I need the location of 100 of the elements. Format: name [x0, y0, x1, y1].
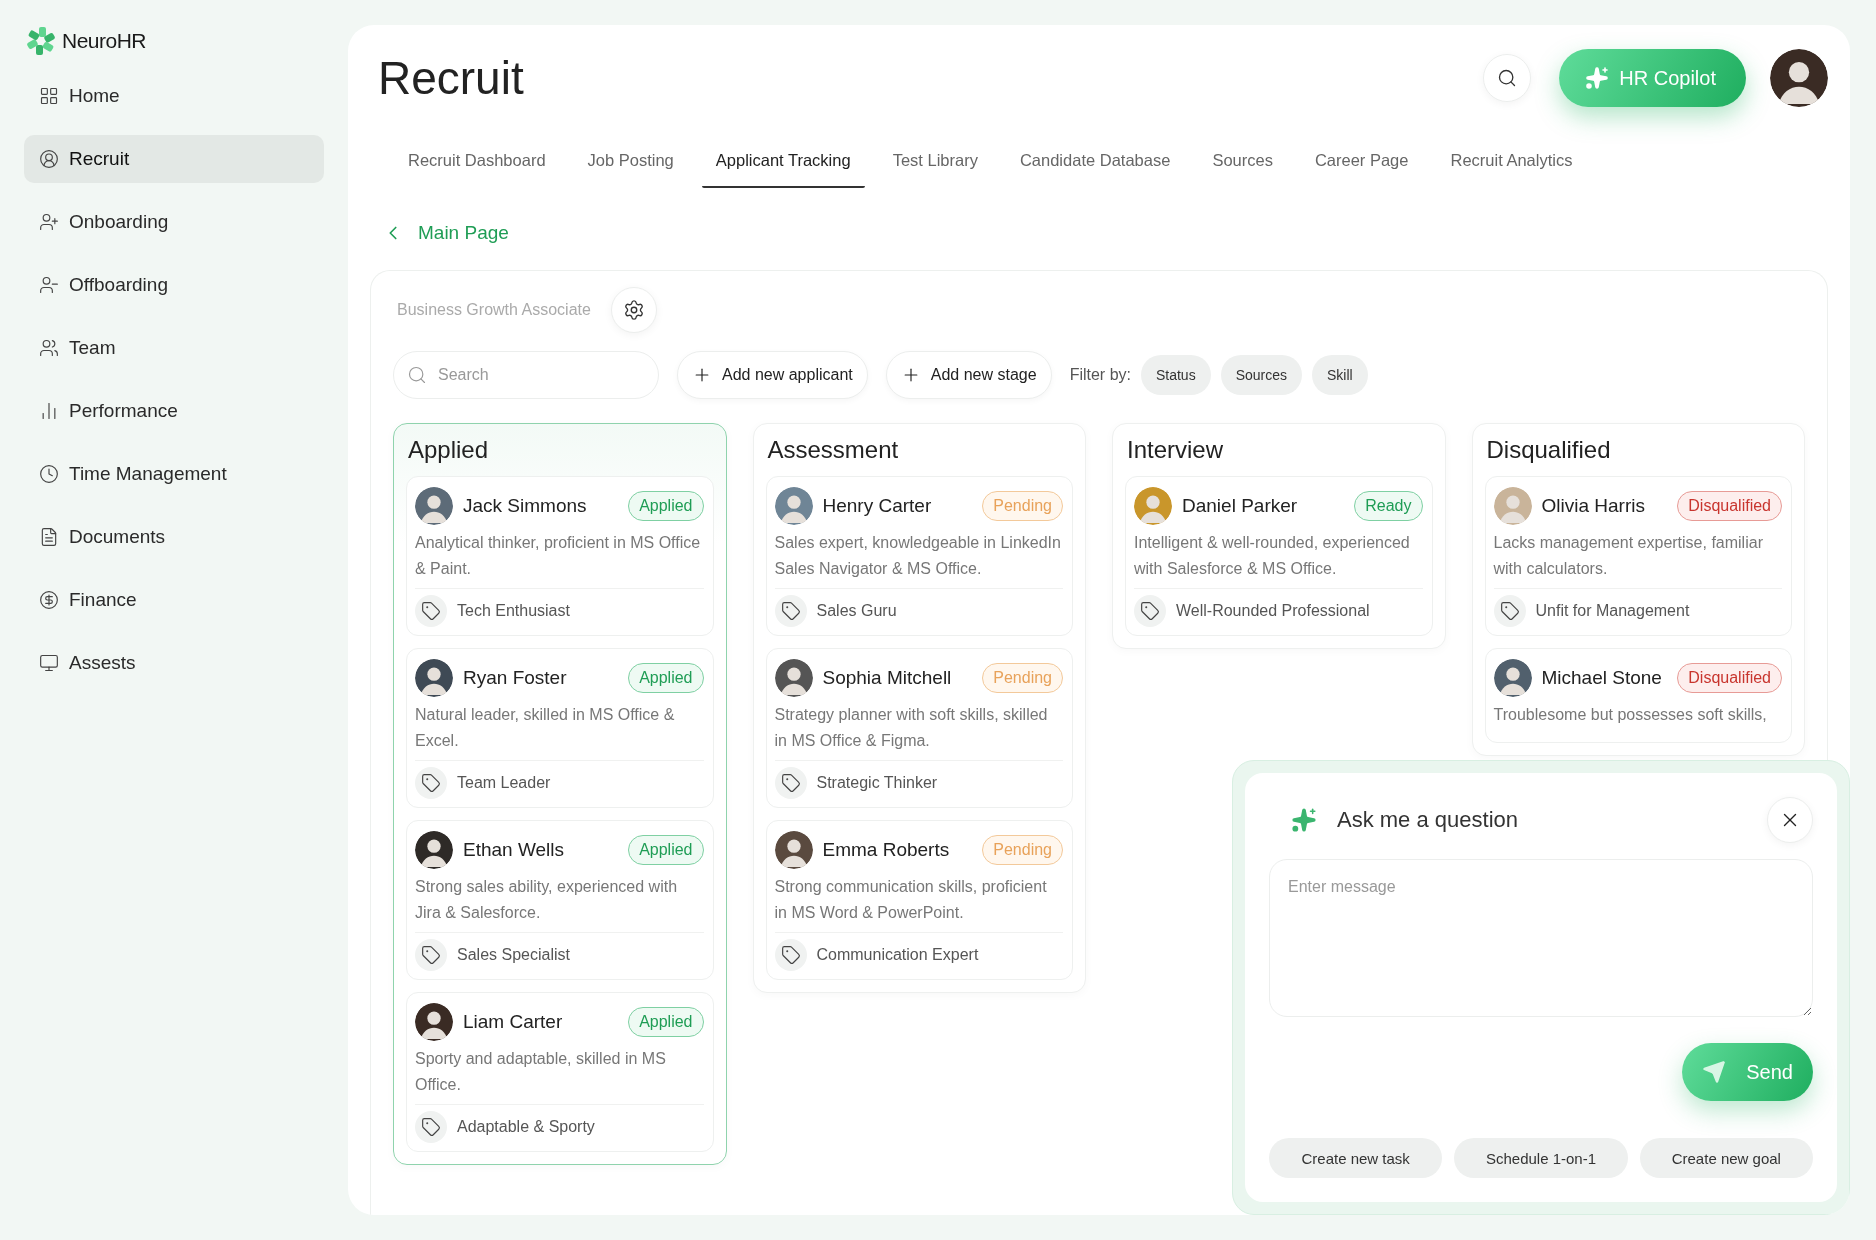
avatar: [1770, 49, 1828, 107]
nav-item[interactable]: Documents: [24, 513, 324, 561]
filter-chip[interactable]: Status: [1140, 355, 1211, 395]
status-badge: Pending: [982, 835, 1063, 865]
filter-chip[interactable]: Skill: [1312, 355, 1368, 395]
tab[interactable]: Career Page: [1300, 139, 1423, 188]
applicant-name: Ethan Wells: [463, 839, 566, 861]
message-field[interactable]: Enter message: [1269, 859, 1813, 1017]
nav-item[interactable]: Onboarding: [24, 198, 324, 246]
suggestion-chip[interactable]: Create new goal: [1639, 1138, 1813, 1178]
nav-item[interactable]: Recruit: [24, 135, 324, 183]
status-badge: Applied: [628, 1007, 704, 1037]
avatar: [1134, 487, 1172, 525]
brand-name: NeuroHR: [62, 29, 147, 53]
applicant-card[interactable]: Sophia Mitchell Pending Strategy planner with soft skills, skilled in MS Office & Figma. Strategic Thinker: [765, 648, 1073, 808]
applicant-card[interactable]: Emma Roberts Pending Strong communication skills, proficient in MS Word & PowerPoint. Communication Expert: [765, 820, 1073, 980]
status-badge: Applied: [628, 835, 704, 865]
tag-label: Tech Enthusiast: [457, 602, 570, 620]
search-button[interactable]: [1483, 54, 1532, 102]
avatar: [415, 487, 453, 525]
applicant-description: Troublesome but possesses soft skills,: [1493, 705, 1768, 725]
nav-item[interactable]: Team: [24, 324, 324, 372]
search-icon: [1497, 68, 1518, 88]
page-title: Recruit: [378, 51, 525, 105]
nav-item[interactable]: Assests: [24, 639, 324, 687]
applicant-card[interactable]: Olivia Harris Disqualified Lacks management expertise, familiar with calculators. Unfit for Management: [1484, 476, 1792, 636]
applicant-name: Sophia Mitchell: [822, 667, 953, 689]
status-badge: Ready: [1354, 491, 1423, 521]
tag-icon: [415, 767, 447, 799]
applicant-card[interactable]: Jack Simmons Applied Analytical thinker, proficient in MS Office & Paint. Tech Enthusiast: [406, 476, 714, 636]
applicant-name: Liam Carter: [463, 1011, 564, 1033]
avatar: [415, 831, 453, 869]
chat-title: Ask me a question: [1337, 807, 1519, 833]
add-button[interactable]: Add new stage: [885, 351, 1052, 399]
suggestion-chip[interactable]: Schedule 1-on-1: [1454, 1138, 1628, 1178]
add-button[interactable]: Add new applicant: [677, 351, 868, 399]
applicant-card[interactable]: Liam Carter Applied Sporty and adaptable, skilled in MS Office. Adaptable & Sporty: [406, 992, 714, 1152]
applicant-description: Lacks management expertise, familiar with calculators.: [1493, 533, 1764, 579]
nav-item[interactable]: Home: [24, 72, 324, 120]
applicant-description: Strong communication skills, proficient in MS Word & PowerPoint.: [774, 877, 1048, 923]
applicant-card[interactable]: Henry Carter Pending Sales expert, knowledgeable in LinkedIn Sales Navigator & MS Office. Sales Guru: [765, 476, 1073, 636]
avatar: [774, 487, 813, 525]
settings-button[interactable]: [610, 287, 657, 333]
nav-icon: [39, 464, 59, 484]
nav-item[interactable]: Offboarding: [24, 261, 324, 309]
tag-icon: [774, 939, 807, 971]
tab[interactable]: Sources: [1198, 139, 1287, 188]
status-badge: Disqualified: [1677, 663, 1782, 693]
back-link[interactable]: Main Page: [382, 222, 509, 244]
tab[interactable]: Recruit Analytics: [1436, 139, 1587, 188]
nav-icon: [39, 338, 59, 358]
column-title: Applied: [408, 436, 490, 464]
settings-icon: [622, 299, 645, 321]
tag-icon: [1493, 595, 1526, 627]
status-badge: Applied: [628, 663, 704, 693]
status-badge: Disqualified: [1677, 491, 1782, 521]
applicant-card[interactable]: Ryan Foster Applied Natural leader, skilled in MS Office & Excel. Team Leader: [406, 648, 714, 808]
applicant-description: Intelligent & well-rounded, experienced with Salesforce & MS Office.: [1134, 533, 1411, 579]
applicant-card[interactable]: Ethan Wells Applied Strong sales ability, experienced with Jira & Salesforce. Sales Specialist: [406, 820, 714, 980]
nav-icon: [39, 86, 59, 106]
tab[interactable]: Test Library: [878, 139, 992, 188]
tag-label: Adaptable & Sporty: [457, 1118, 595, 1136]
filter-label: Filter by:: [1069, 366, 1131, 384]
nav-item[interactable]: Finance: [24, 576, 324, 624]
tag-label: Team Leader: [457, 774, 551, 792]
applicant-description: Strategy planner with soft skills, skilled in MS Office & Figma.: [774, 705, 1049, 751]
filter-chip[interactable]: Sources: [1220, 355, 1303, 395]
tag-icon: [415, 939, 447, 971]
avatar: [774, 659, 813, 697]
tab[interactable]: Recruit Dashboard: [394, 139, 560, 188]
tag-label: Well-Rounded Professional: [1176, 602, 1370, 620]
tab[interactable]: Job Posting: [573, 139, 688, 188]
applicant-name: Michael Stone: [1541, 667, 1663, 689]
tag-label: Communication Expert: [816, 946, 979, 964]
sparkle-icon: [1585, 66, 1610, 90]
search-field[interactable]: Search: [393, 351, 659, 399]
nav-icon: [39, 590, 59, 610]
tag-icon: [415, 595, 447, 627]
tag-icon: [1134, 595, 1166, 627]
tag-label: Strategic Thinker: [816, 774, 938, 792]
applicant-card[interactable]: Daniel Parker Ready Intelligent & well-rounded, experienced with Salesforce & MS Office. Well-Rounded Professional: [1125, 476, 1433, 636]
avatar: [415, 659, 453, 697]
applicant-name: Ryan Foster: [463, 667, 568, 689]
suggestion-chip[interactable]: Create new task: [1269, 1138, 1443, 1178]
applicant-card[interactable]: Michael Stone Disqualified Troublesome but possesses soft skills,: [1484, 648, 1792, 743]
send-icon: [1702, 1060, 1727, 1084]
tag-label: Sales Specialist: [457, 946, 570, 964]
close-button[interactable]: [1767, 797, 1813, 843]
sparkle-icon: [1291, 807, 1317, 833]
applicant-description: Sporty and adaptable, skilled in MS Office.: [415, 1049, 667, 1095]
tab[interactable]: Applicant Tracking: [701, 139, 865, 188]
applicant-name: Jack Simmons: [463, 495, 588, 517]
column-title: Interview: [1127, 436, 1225, 464]
nav-item[interactable]: Time Management: [24, 450, 324, 498]
tab[interactable]: Candidate Database: [1005, 139, 1185, 188]
nav-item[interactable]: Performance: [24, 387, 324, 435]
status-badge: Pending: [982, 491, 1063, 521]
column-title: Assessment: [767, 436, 900, 464]
status-badge: Applied: [628, 491, 704, 521]
applicant-description: Sales expert, knowledgeable in LinkedIn Sales Navigator & MS Office.: [774, 533, 1062, 579]
